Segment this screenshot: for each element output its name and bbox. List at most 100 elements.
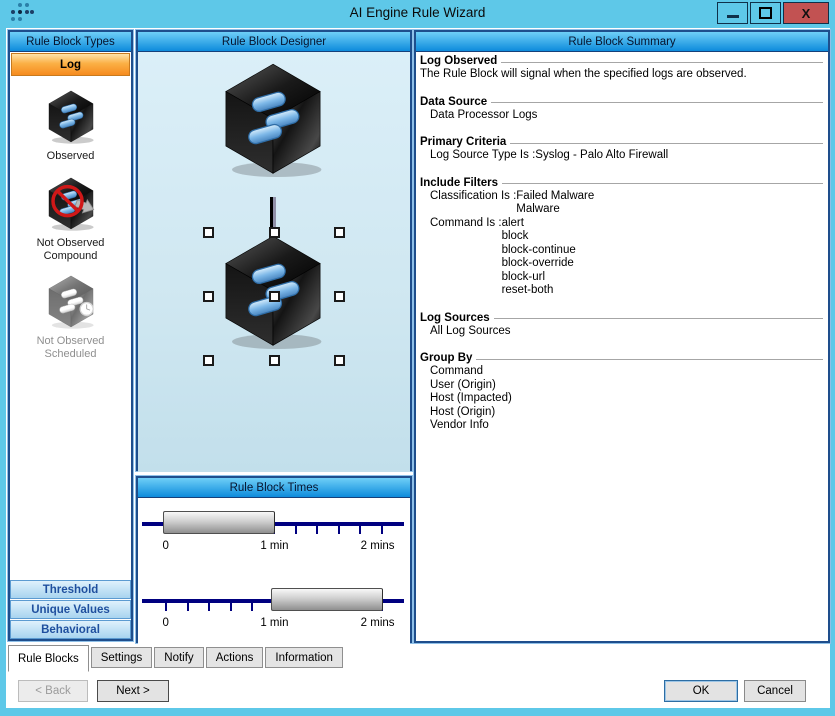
selection-handle[interactable] <box>269 355 280 366</box>
slider-label-start: 0 <box>162 617 168 629</box>
minimize-button[interactable] <box>717 2 748 24</box>
designer-canvas[interactable] <box>138 52 410 472</box>
rule-block-summary-panel: Rule Block Summary Log ObservedThe Rule … <box>414 30 830 643</box>
time-range-slider-1: 01 min2 mins <box>138 498 410 560</box>
summary-section-title-text: Group By <box>420 351 472 365</box>
summary-section-title-text: Primary Criteria <box>420 135 506 149</box>
slider-tick <box>165 602 167 611</box>
rule-type-observed[interactable]: Observed <box>39 88 103 163</box>
summary-line: Data Processor Logs <box>420 109 823 123</box>
summary-section: Primary CriteriaLog Source Type Is : Sys… <box>420 135 823 163</box>
tab-rule-blocks[interactable]: Rule Blocks <box>8 645 89 672</box>
time-range-slider-2: 01 min2 mins <box>138 575 410 637</box>
summary-section-title: Log Sources <box>420 311 823 325</box>
rule-type-scheduled: Not Observed Scheduled <box>37 273 105 361</box>
selection-handle[interactable] <box>269 291 280 302</box>
summary-field-values: Syslog - Palo Alto Firewall <box>535 149 668 163</box>
rule-block-times-header: Rule Block Times <box>138 478 410 498</box>
slider-tick <box>316 525 318 534</box>
rule-block-group-buttons: ThresholdUnique ValuesBehavioral <box>10 579 131 639</box>
tab-settings[interactable]: Settings <box>91 647 153 668</box>
close-button[interactable]: X <box>783 2 829 24</box>
summary-line: The Rule Block will signal when the spec… <box>420 68 823 82</box>
summary-line: Log Source Type Is : Syslog - Palo Alto … <box>420 149 823 163</box>
ai-engine-rule-wizard-window: AI Engine Rule Wizard X Rule Block Types… <box>0 0 835 716</box>
summary-section: Group ByCommandUser (Origin)Host (Impact… <box>420 351 823 433</box>
selection-handle[interactable] <box>334 355 345 366</box>
selection-handle[interactable] <box>334 291 345 302</box>
wizard-tabstrip: Rule BlocksSettingsNotifyActionsInformat… <box>8 645 343 675</box>
summary-field-label: Log Source Type Is : <box>430 149 535 163</box>
slider-range-handle[interactable] <box>163 511 275 534</box>
maximize-button[interactable] <box>750 2 781 24</box>
rule-type-label: Not Observed Scheduled <box>37 335 105 361</box>
slider-tick <box>208 602 210 611</box>
slider-tick <box>338 525 340 534</box>
slider-tick <box>230 602 232 611</box>
group-unique-values-button[interactable]: Unique Values <box>10 600 131 619</box>
summary-section-title-text: Data Source <box>420 95 487 109</box>
slider-tick <box>251 602 253 611</box>
log-cube-icon[interactable] <box>211 58 335 182</box>
summary-field-values: alertblockblock-continueblock-overridebl… <box>502 217 576 298</box>
slider-label-mid: 1 min <box>260 617 288 629</box>
summary-line: Host (Impacted) <box>420 392 823 406</box>
tab-actions[interactable]: Actions <box>206 647 264 668</box>
summary-field-label: Command Is : <box>430 217 502 298</box>
next-button[interactable]: Next > <box>97 680 169 702</box>
summary-line: Host (Origin) <box>420 406 823 420</box>
observed-cube-icon <box>39 88 103 146</box>
slider-scale: 01 min2 mins <box>165 498 381 560</box>
summary-line: Command <box>420 365 823 379</box>
titlebar: AI Engine Rule Wizard X <box>0 0 835 28</box>
rule-type-not-observed[interactable]: Not Observed Compound <box>37 175 105 263</box>
rule-block-designer-header: Rule Block Designer <box>138 32 410 52</box>
rule-type-label: Observed <box>47 150 95 163</box>
cancel-button[interactable]: Cancel <box>744 680 806 702</box>
summary-section: Data SourceData Processor Logs <box>420 95 823 123</box>
maximize-icon <box>759 7 772 19</box>
summary-section-title: Data Source <box>420 95 823 109</box>
rule-type-label: Not Observed Compound <box>37 237 105 263</box>
selection-handle[interactable] <box>203 355 214 366</box>
selection-handle[interactable] <box>334 227 345 238</box>
rule-block-summary-header: Rule Block Summary <box>416 32 828 52</box>
selection-handle[interactable] <box>269 227 280 238</box>
slider-label-start: 0 <box>162 540 168 552</box>
clock-icon <box>80 303 93 316</box>
summary-section-title: Include Filters <box>420 176 823 190</box>
window-title: AI Engine Rule Wizard <box>0 5 835 20</box>
rule-block-type-list: Observed Not Observed Compound Not Observe… <box>10 77 131 579</box>
back-button[interactable]: < Back <box>18 680 88 702</box>
tab-notify[interactable]: Notify <box>154 647 203 668</box>
summary-field-values: Failed MalwareMalware <box>516 190 594 217</box>
rule-block-summary-body: Log ObservedThe Rule Block will signal w… <box>416 52 828 639</box>
rule-block-types-panel: Rule Block Types Log ObservedNot Observe… <box>8 30 133 641</box>
group-log-button[interactable]: Log <box>11 53 130 76</box>
summary-section-title-text: Log Sources <box>420 311 490 325</box>
tab-information[interactable]: Information <box>265 647 343 668</box>
rule-block-times-panel: Rule Block Times 01 min2 mins01 min2 min… <box>136 476 412 643</box>
slider-range-handle[interactable] <box>271 588 383 611</box>
slider-scale: 01 min2 mins <box>165 575 381 637</box>
not-observed-cube-icon <box>39 175 103 233</box>
slider-tick <box>359 525 361 534</box>
summary-line: All Log Sources <box>420 325 823 339</box>
slider-tick <box>381 525 383 534</box>
group-threshold-button[interactable]: Threshold <box>10 580 131 599</box>
summary-line: Vendor Info <box>420 419 823 433</box>
section-divider-line <box>494 318 823 319</box>
group-behavioral-button[interactable]: Behavioral <box>10 620 131 639</box>
section-divider-line <box>510 143 823 144</box>
slider-label-end: 2 mins <box>361 540 395 552</box>
ok-button[interactable]: OK <box>664 680 738 702</box>
slider-tick <box>187 602 189 611</box>
close-icon: X <box>802 6 811 21</box>
rule-block-times-body: 01 min2 mins01 min2 mins <box>138 498 410 644</box>
selection-handle[interactable] <box>203 227 214 238</box>
selection-handle[interactable] <box>203 291 214 302</box>
summary-section-title: Group By <box>420 351 823 365</box>
summary-section-title: Log Observed <box>420 54 823 68</box>
summary-section: Include FiltersClassification Is : Faile… <box>420 176 823 298</box>
section-divider-line <box>491 102 823 103</box>
